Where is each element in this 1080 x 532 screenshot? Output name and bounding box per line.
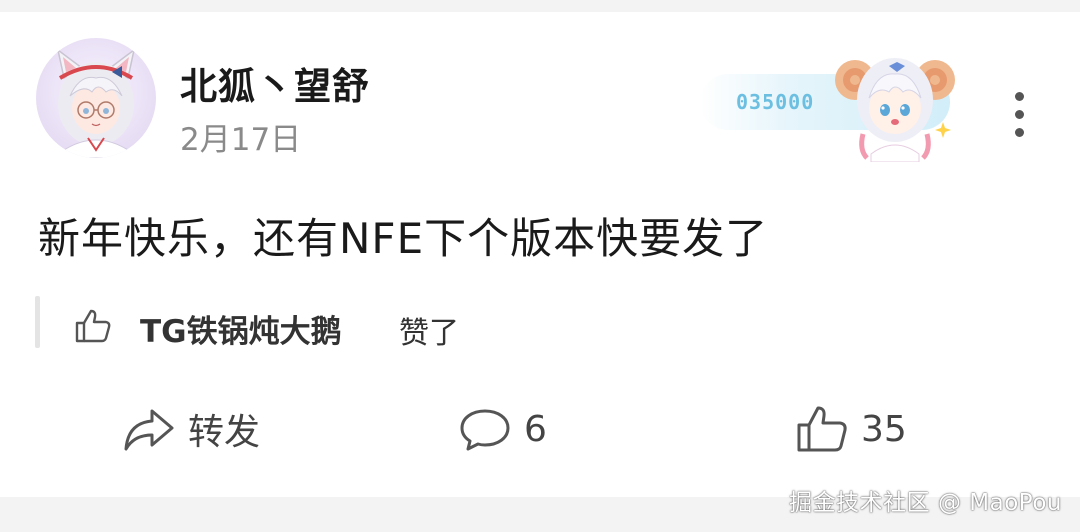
like-notice-divider <box>35 296 40 348</box>
author-name[interactable]: 北狐丶望舒 <box>180 56 370 110</box>
watermark: 掘金技术社区 @ MaoPou <box>789 490 1062 516</box>
post-content: 新年快乐，还有NFE下个版本快要发了 <box>38 214 769 263</box>
like-count: 35 <box>861 408 907 450</box>
badge-character-image <box>825 42 965 162</box>
liker-name[interactable]: TG铁锅炖大鹅 <box>140 306 342 351</box>
like-button[interactable]: 35 <box>795 402 907 456</box>
avatar[interactable] <box>36 38 156 158</box>
comment-button[interactable]: 6 <box>458 402 547 456</box>
post-date: 2月17日 <box>180 122 302 158</box>
comment-bubble-icon <box>460 409 510 451</box>
comment-count: 6 <box>524 408 547 450</box>
more-dot <box>1015 92 1024 101</box>
more-options-icon[interactable] <box>1000 92 1040 152</box>
forward-label: 转发 <box>188 412 261 453</box>
like-verb: 赞了 <box>399 316 459 351</box>
avatar-image <box>56 48 136 158</box>
forward-button[interactable]: 转发 <box>122 402 260 456</box>
more-dot <box>1015 110 1024 119</box>
fan-badge[interactable]: 035000 <box>700 42 965 162</box>
share-arrow-icon <box>124 409 174 451</box>
thumbs-up-icon <box>75 309 111 343</box>
post-card: 北狐丶望舒 2月17日 035000 新年快乐，还有NFE下个版本快要发了 TG… <box>0 12 1080 497</box>
badge-number: 035000 <box>736 90 815 114</box>
thumbs-up-icon <box>797 406 847 452</box>
more-dot <box>1015 128 1024 137</box>
